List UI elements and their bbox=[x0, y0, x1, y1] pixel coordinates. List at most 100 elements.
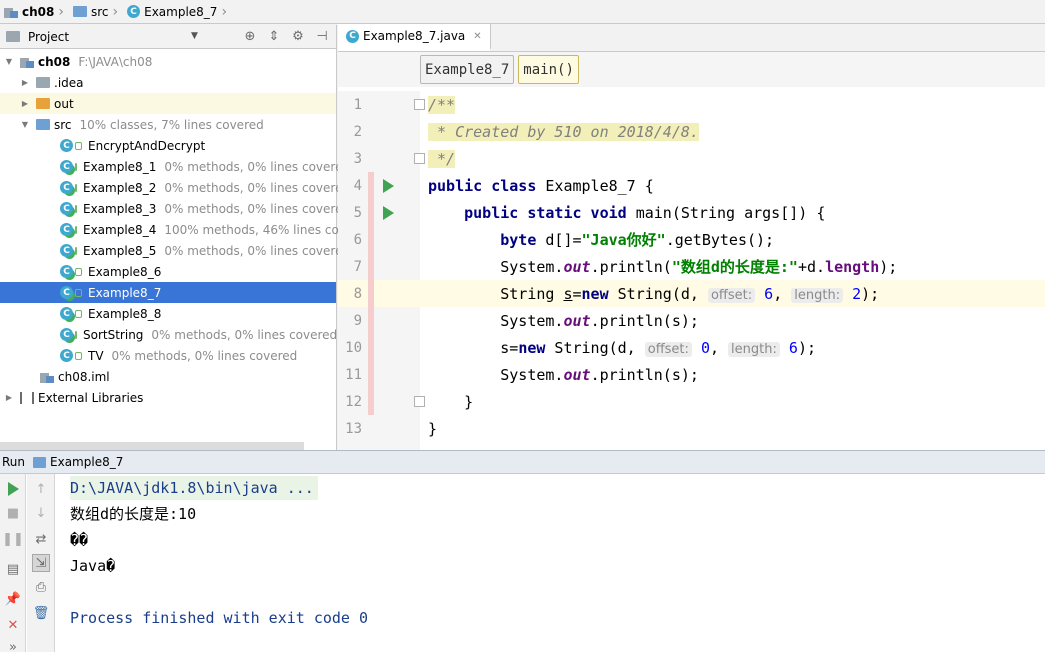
project-view-icon bbox=[6, 31, 20, 42]
class-icon: C bbox=[60, 349, 73, 362]
stop-button[interactable]: ■ bbox=[4, 504, 22, 522]
chevron-right-icon[interactable]: ▶ bbox=[20, 78, 30, 87]
run-tab[interactable]: Example8_7 bbox=[33, 455, 123, 469]
run-panel-title[interactable]: Run bbox=[2, 455, 25, 469]
lock-icon bbox=[75, 288, 82, 297]
arrow-up-icon[interactable]: ↑ bbox=[32, 480, 50, 498]
runnable-class-icon: C bbox=[60, 160, 73, 173]
soft-wrap-icon[interactable]: ⇄ bbox=[32, 530, 50, 548]
parameter-hint: length: bbox=[791, 287, 844, 303]
fold-icon[interactable] bbox=[414, 396, 425, 407]
run-icon[interactable] bbox=[383, 205, 394, 220]
locate-icon[interactable]: ⊕ bbox=[242, 29, 258, 44]
code-line: 3 */ bbox=[353, 149, 456, 168]
runnable-class-icon: C bbox=[60, 307, 73, 320]
parameter-hint: offset: bbox=[644, 341, 692, 357]
lock-icon bbox=[75, 330, 77, 339]
tree-item-class[interactable]: C EncryptAndDecrypt bbox=[0, 135, 336, 156]
lock-icon bbox=[75, 225, 77, 234]
breadcrumb-class[interactable]: Example8_7 bbox=[420, 55, 515, 84]
runnable-class-icon: C bbox=[60, 265, 73, 278]
console-command[interactable]: D:\JAVA\jdk1.8\bin\java ... bbox=[70, 476, 318, 500]
tree-item-iml[interactable]: ch08.iml bbox=[0, 366, 336, 387]
class-icon: C bbox=[127, 5, 141, 18]
tree-item-out[interactable]: ▶ out bbox=[0, 93, 336, 114]
chevron-right-icon[interactable]: ▶ bbox=[20, 99, 30, 108]
class-icon: C bbox=[346, 29, 359, 43]
coverage-marker bbox=[368, 388, 374, 415]
close-icon[interactable]: ✕ bbox=[4, 616, 22, 634]
hide-panel-icon[interactable]: ⊣ bbox=[314, 29, 330, 44]
chevron-down-icon[interactable]: ▼ bbox=[20, 120, 30, 129]
layout-icon[interactable]: ▤ bbox=[4, 560, 22, 578]
tree-item-class-selected[interactable]: C Example8_7 bbox=[0, 282, 336, 303]
tree-item-class[interactable]: C Example8_1 0% methods, 0% lines covere… bbox=[0, 156, 350, 177]
tree-item-src[interactable]: ▼ src 10% classes, 7% lines covered bbox=[0, 114, 336, 135]
pin-icon[interactable]: 📌 bbox=[4, 590, 22, 608]
code-line: 2 * Created by 510 on 2018/4/8. bbox=[353, 122, 699, 141]
tree-item-class[interactable]: C Example8_4 100% methods, 46% lines cov… bbox=[0, 219, 373, 240]
tree-item-idea[interactable]: ▶ .idea bbox=[0, 72, 336, 93]
code-line: 10 s=new String(d, offset: 0, length: 6)… bbox=[338, 334, 1045, 361]
code-line: 1 /** bbox=[353, 95, 456, 114]
lock-icon bbox=[75, 351, 82, 360]
rerun-button[interactable] bbox=[4, 480, 22, 498]
runnable-class-icon: C bbox=[60, 328, 73, 341]
console-line: 数组d的长度是:10 bbox=[70, 505, 197, 523]
editor-tab-active[interactable]: C Example8_7.java ✕ bbox=[338, 24, 491, 51]
folder-icon bbox=[36, 98, 50, 109]
lock-icon bbox=[75, 309, 82, 318]
tree-item-class[interactable]: C Example8_5 0% methods, 0% lines covere… bbox=[0, 240, 350, 261]
lock-icon bbox=[75, 183, 77, 192]
runnable-class-icon: C bbox=[60, 202, 73, 215]
code-line: 6 byte d[]="Java你好".getBytes(); bbox=[338, 226, 1045, 253]
code-line: 13 } bbox=[345, 419, 438, 438]
project-panel: Project ▼ ⊕ ⇕ ⚙ ⊣ ▼ ch08 F:\JAVA\ch08 ▶ … bbox=[0, 25, 373, 450]
library-icon bbox=[20, 391, 34, 404]
arrow-down-icon[interactable]: ↓ bbox=[32, 504, 50, 522]
breadcrumb-method[interactable]: main() bbox=[518, 55, 579, 84]
chevron-right-icon[interactable]: ▶ bbox=[4, 393, 14, 402]
more-icon[interactable]: » bbox=[4, 638, 22, 652]
coverage-marker bbox=[368, 334, 374, 361]
runnable-class-icon: C bbox=[60, 244, 73, 257]
runnable-class-icon: C bbox=[60, 223, 73, 236]
view-dropdown-icon[interactable]: ▼ bbox=[191, 31, 198, 41]
gear-icon[interactable]: ⚙ bbox=[290, 29, 306, 44]
code-line: 5 public static void main(String args[])… bbox=[338, 199, 1045, 226]
coverage-marker bbox=[368, 226, 374, 253]
fold-icon[interactable] bbox=[414, 153, 425, 164]
close-icon[interactable]: ✕ bbox=[473, 31, 481, 42]
tree-item-class[interactable]: C Example8_2 0% methods, 0% lines covere… bbox=[0, 177, 350, 198]
fold-icon[interactable] bbox=[414, 99, 425, 110]
tree-item-class[interactable]: C SortString 0% methods, 0% lines covere… bbox=[0, 324, 337, 345]
code-area[interactable]: 1 /** 2 * Created by 510 on 2018/4/8. 3 … bbox=[338, 91, 1045, 450]
trash-icon[interactable]: 🗑 bbox=[32, 604, 50, 622]
breadcrumb-item-ch08[interactable]: ch08 › bbox=[4, 0, 73, 24]
code-line: 12 } bbox=[338, 388, 1045, 415]
source-folder-icon bbox=[36, 119, 50, 130]
coverage-marker bbox=[368, 361, 374, 388]
print-icon[interactable]: ⎙ bbox=[32, 578, 50, 596]
pause-button[interactable]: ❚❚ bbox=[2, 530, 24, 548]
run-panel-header: Run Example8_7 bbox=[0, 450, 1045, 474]
tree-item-class[interactable]: C TV 0% methods, 0% lines covered bbox=[0, 345, 336, 366]
horizontal-scrollbar[interactable] bbox=[0, 442, 304, 450]
tree-item-class[interactable]: C Example8_3 0% methods, 0% lines covere… bbox=[0, 198, 350, 219]
chevron-down-icon[interactable]: ▼ bbox=[4, 57, 14, 66]
collapse-all-icon[interactable]: ⇕ bbox=[266, 29, 282, 44]
breadcrumb-item-class[interactable]: C Example8_7 › bbox=[127, 0, 236, 24]
project-panel-header: Project ▼ ⊕ ⇕ ⚙ ⊣ bbox=[0, 25, 336, 49]
breadcrumb-item-src[interactable]: src › bbox=[72, 0, 127, 24]
chevron-right-icon: › bbox=[58, 3, 64, 20]
run-icon[interactable] bbox=[383, 178, 394, 193]
coverage-marker bbox=[368, 172, 374, 199]
tree-item-class[interactable]: C Example8_8 bbox=[0, 303, 336, 324]
tree-item-root[interactable]: ▼ ch08 F:\JAVA\ch08 bbox=[0, 51, 336, 72]
tree-item-external-libraries[interactable]: ▶ External Libraries bbox=[0, 387, 336, 408]
tree-item-class[interactable]: C Example8_6 bbox=[0, 261, 336, 282]
parameter-hint: length: bbox=[728, 341, 780, 357]
scroll-to-end-icon[interactable]: ⇲ bbox=[32, 554, 50, 572]
project-panel-title[interactable]: Project bbox=[28, 30, 69, 44]
code-line: 4 public class Example8_7 { bbox=[338, 172, 1045, 199]
